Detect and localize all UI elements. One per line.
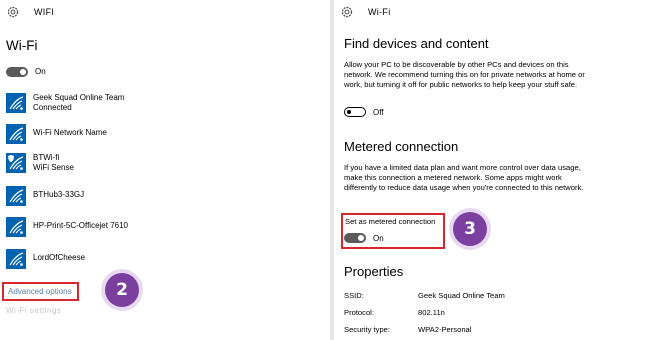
network-name: BTWi-fi: [33, 153, 60, 162]
wifi-icon: [6, 217, 26, 237]
find-devices-toggle[interactable]: [344, 107, 366, 117]
network-name: Wi-Fi Network Name: [33, 128, 107, 137]
metered-toggle-label: On: [373, 234, 384, 243]
network-name: LordOfCheese: [33, 253, 86, 262]
right-title-bar: Wi-Fi: [334, 0, 670, 24]
wifi-icon: [6, 124, 26, 144]
find-devices-toggle-label: Off: [373, 108, 384, 117]
prop-value-security: WPA2-Personal: [418, 325, 472, 334]
metered-setting-label: Set as metered connection: [345, 217, 436, 226]
advanced-options-link[interactable]: Advanced options: [2, 282, 79, 301]
gear-icon[interactable]: [6, 5, 20, 19]
cutoff-link[interactable]: Wi-Fi settings: [6, 306, 61, 315]
prop-value-ssid: Geek Squad Online Team: [418, 291, 505, 300]
wifi-list-pane: WIFI Wi-Fi On Geek Squad Online Team Conn…: [0, 0, 330, 340]
properties-heading: Properties: [344, 264, 404, 279]
wifi-toggle[interactable]: [6, 67, 28, 77]
metered-setting-highlight: Set as metered connection: [341, 213, 445, 249]
find-devices-heading: Find devices and content: [344, 36, 489, 51]
wifi-icon: [6, 249, 26, 269]
prop-label-ssid: SSID:: [344, 291, 364, 300]
network-name: BTHub3-33GJ: [33, 190, 85, 199]
window-title: Wi-Fi: [368, 7, 391, 17]
metered-toggle[interactable]: [344, 233, 366, 243]
find-devices-description: Allow your PC to be discoverable by othe…: [344, 60, 585, 90]
wifi-toggle-label: On: [35, 67, 46, 76]
step-badge-2: 2: [105, 273, 139, 307]
wifi-icon: [6, 93, 26, 113]
step-badge-3: 3: [453, 212, 487, 246]
network-item[interactable]: Geek Squad Online Team Connected: [6, 93, 124, 113]
network-item[interactable]: LordOfCheese: [6, 249, 85, 269]
prop-value-protocol: 802.11n: [418, 308, 445, 317]
network-name: HP-Print-5C-Officejet 7610: [33, 221, 128, 230]
window-title: WIFI: [34, 7, 55, 17]
page-title: Wi-Fi: [6, 38, 38, 53]
network-item[interactable]: BTHub3-33GJ: [6, 186, 84, 206]
network-properties-pane: Wi-Fi Find devices and content Allow you…: [334, 0, 670, 340]
network-item[interactable]: HP-Print-5C-Officejet 7610: [6, 217, 128, 237]
network-item[interactable]: Wi-Fi Network Name: [6, 124, 107, 144]
network-status: Connected: [33, 103, 72, 112]
wifi-icon: [6, 186, 26, 206]
network-name: Geek Squad Online Team: [33, 93, 125, 102]
wifi-icon: [6, 153, 26, 173]
network-status: WiFi Sense: [33, 163, 74, 172]
metered-description: If you have a limited data plan and want…: [344, 163, 584, 193]
network-item[interactable]: BTWi-fi WiFi Sense: [6, 153, 74, 173]
gear-icon[interactable]: [340, 5, 354, 19]
advanced-options-label: Advanced options: [8, 287, 72, 296]
metered-heading: Metered connection: [344, 139, 459, 154]
prop-label-protocol: Protocol:: [344, 308, 374, 317]
left-title-bar: WIFI: [0, 0, 330, 24]
prop-label-security: Security type:: [344, 325, 391, 334]
